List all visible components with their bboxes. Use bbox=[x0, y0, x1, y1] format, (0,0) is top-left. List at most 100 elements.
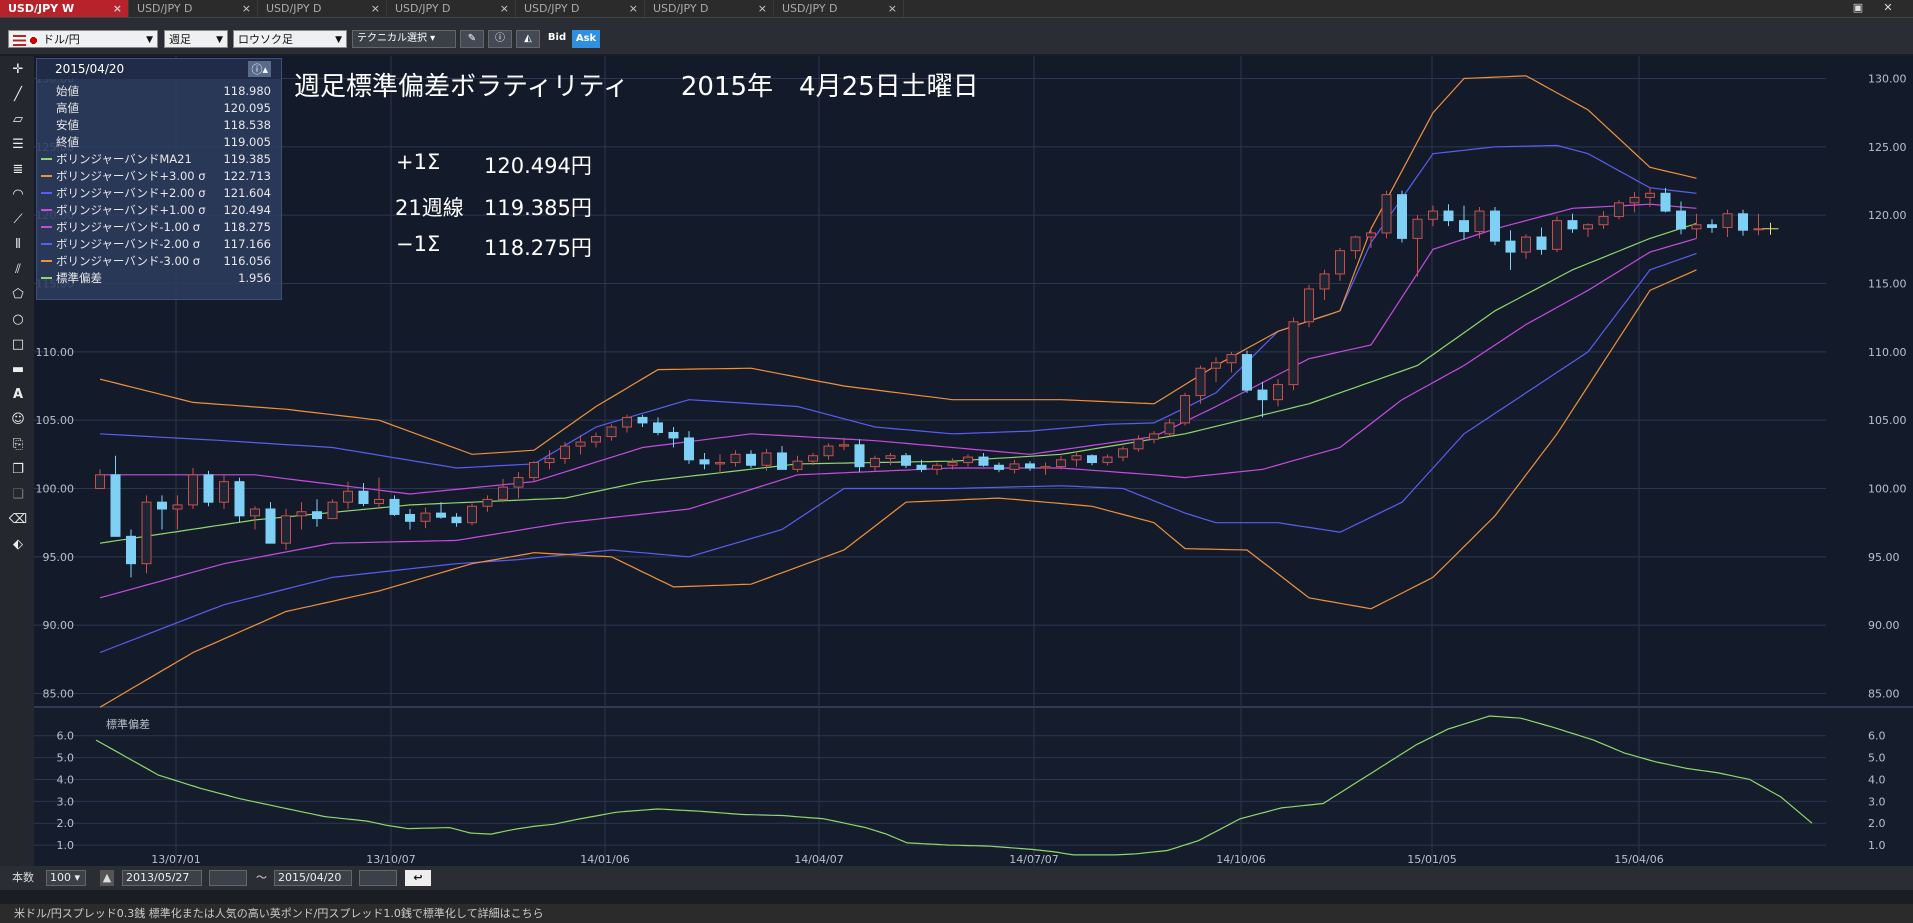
technical-select-button[interactable]: テクニカル選択 ▾ bbox=[352, 30, 456, 48]
tab-usdjpy-d-4[interactable]: USD/JPY D × bbox=[516, 0, 645, 17]
candle-body bbox=[1676, 210, 1686, 230]
close-icon[interactable]: × bbox=[113, 0, 122, 17]
fan-icon[interactable]: ◠ bbox=[8, 185, 28, 205]
candle-body bbox=[932, 464, 942, 470]
lower-y-tick-right: 5.0 bbox=[1868, 752, 1886, 765]
horizontal-line-icon[interactable]: ▬ bbox=[8, 360, 28, 380]
candle-body bbox=[1645, 192, 1655, 198]
circle-icon[interactable]: ○ bbox=[8, 310, 28, 330]
text-icon[interactable]: A bbox=[8, 385, 28, 405]
area-chart-icon[interactable]: ◭ bbox=[516, 30, 540, 48]
close-icon[interactable]: × bbox=[758, 0, 767, 17]
tab-label: USD/JPY D bbox=[524, 2, 580, 15]
pentagon-icon[interactable]: ⬠ bbox=[8, 285, 28, 305]
copy-icon[interactable]: ⎘ bbox=[8, 435, 28, 455]
tab-usdjpy-w[interactable]: USD/JPY W × bbox=[0, 0, 129, 17]
from-date-input[interactable]: 2013/05/27 bbox=[122, 870, 202, 886]
info-row: ボリンジャーバンド-1.00 σ 118.275 bbox=[37, 219, 281, 235]
tab-usdjpy-d-3[interactable]: USD/JPY D × bbox=[387, 0, 516, 17]
candle-body bbox=[95, 474, 105, 490]
info-value: 118.538 bbox=[223, 118, 271, 132]
x-tick-label: 14/10/06 bbox=[1216, 853, 1265, 866]
candle-body bbox=[451, 516, 462, 524]
candle-body bbox=[1691, 224, 1702, 230]
tab-label: USD/JPY D bbox=[137, 2, 193, 15]
candle-body bbox=[1350, 236, 1361, 252]
currency-select[interactable]: ドル/円 ▼ bbox=[8, 30, 158, 48]
y-tick-label-right: 90.00 bbox=[1868, 619, 1900, 632]
close-window-icon[interactable]: ✕ bbox=[1877, 1, 1899, 15]
candle-body bbox=[358, 490, 369, 505]
close-icon[interactable]: × bbox=[371, 0, 380, 17]
chart-type-label: ロウソク足 bbox=[238, 33, 293, 46]
flag-icon bbox=[13, 34, 26, 46]
vertical-lines-icon[interactable]: ⦀ bbox=[8, 235, 28, 255]
info-toggle-icon[interactable]: ⓘ▴ bbox=[248, 61, 271, 77]
ruler-icon[interactable]: ▱ bbox=[8, 110, 28, 130]
candle-body bbox=[792, 460, 803, 470]
info-row: 標準偏差 1.956 bbox=[37, 270, 281, 286]
trendline-icon[interactable]: ╱ bbox=[8, 85, 28, 105]
x-tick-label: 13/07/01 bbox=[151, 853, 200, 866]
close-icon[interactable]: × bbox=[888, 0, 897, 17]
tab-usdjpy-d-5[interactable]: USD/JPY D × bbox=[645, 0, 774, 17]
candle-body bbox=[296, 511, 307, 517]
ask-button[interactable]: Ask bbox=[572, 30, 600, 48]
info-row: ボリンジャーバンド+3.00 σ 122.713 bbox=[37, 168, 281, 184]
count-input[interactable]: 100 ▾ bbox=[46, 870, 86, 886]
candle-body bbox=[808, 455, 818, 462]
candle-body bbox=[1242, 354, 1252, 391]
tag-icon[interactable]: ⬖ bbox=[8, 535, 28, 555]
channel-icon[interactable]: ⫽ bbox=[8, 260, 28, 280]
series-swatch bbox=[41, 209, 52, 211]
tab-label: USD/JPY D bbox=[395, 2, 451, 15]
y-tick-label-left: 100.00 bbox=[36, 483, 75, 496]
tab-usdjpy-d-6[interactable]: USD/JPY D × bbox=[774, 0, 904, 17]
close-icon[interactable]: × bbox=[242, 0, 251, 17]
series-swatch bbox=[41, 277, 52, 279]
crosshair-icon[interactable]: ✛ bbox=[8, 60, 28, 80]
candle-body bbox=[219, 481, 229, 503]
tab-usdjpy-d-1[interactable]: USD/JPY D × bbox=[129, 0, 258, 17]
candle-body bbox=[1195, 367, 1206, 397]
gann-icon[interactable]: ⟋ bbox=[8, 210, 28, 230]
y-tick-label-right: 110.00 bbox=[1868, 346, 1907, 359]
lower-y-tick-right: 2.0 bbox=[1868, 817, 1886, 830]
pen-icon[interactable]: ✎ bbox=[460, 30, 484, 48]
close-icon[interactable]: × bbox=[629, 0, 638, 17]
info-value: 116.056 bbox=[223, 254, 271, 268]
smiley-icon[interactable]: ☺ bbox=[8, 410, 28, 430]
info-value: 118.980 bbox=[223, 84, 271, 98]
candle-body bbox=[467, 505, 477, 524]
to-date-input[interactable]: 2015/04/20 bbox=[274, 870, 352, 886]
candle-body bbox=[560, 445, 570, 459]
candle-body bbox=[761, 452, 772, 466]
stepper-up-icon[interactable]: ▲ bbox=[100, 870, 114, 886]
info-value: 120.494 bbox=[223, 203, 271, 217]
return-icon[interactable]: ↩ bbox=[405, 870, 431, 886]
restore-window-icon[interactable]: ▣ bbox=[1847, 1, 1869, 15]
info-icon[interactable]: ⓘ bbox=[488, 30, 512, 48]
x-tick-label: 14/07/07 bbox=[1009, 853, 1058, 866]
close-icon[interactable]: × bbox=[500, 0, 509, 17]
from-time-input[interactable] bbox=[209, 870, 247, 886]
lower-y-tick-right: 4.0 bbox=[1868, 773, 1886, 786]
fibonacci-icon[interactable]: ≣ bbox=[8, 160, 28, 180]
horizontal-lines-icon[interactable]: ☰ bbox=[8, 135, 28, 155]
chart-area[interactable]: 13/07/01 13/10/07 14/01/06 14/04/07 14/07/07… bbox=[34, 56, 1913, 866]
info-row: ボリンジャーバンド-2.00 σ 117.166 bbox=[37, 236, 281, 252]
rectangle-icon[interactable]: □ bbox=[8, 335, 28, 355]
paste-icon[interactable]: ❏ bbox=[8, 485, 28, 505]
eraser-icon[interactable]: ⌫ bbox=[8, 510, 28, 530]
candle-body bbox=[823, 445, 834, 457]
chart-type-select[interactable]: ロウソク足 ▼ bbox=[233, 30, 347, 48]
layers-icon[interactable]: ❐ bbox=[8, 460, 28, 480]
tab-usdjpy-d-2[interactable]: USD/JPY D × bbox=[258, 0, 387, 17]
candle-body bbox=[157, 501, 167, 510]
bid-button[interactable]: Bid bbox=[544, 30, 570, 48]
candle-body bbox=[1459, 220, 1469, 233]
period-select[interactable]: 週足 ▼ bbox=[164, 30, 228, 48]
candle-body bbox=[1536, 236, 1547, 250]
price-chart[interactable]: 13/07/01 13/10/07 14/01/06 14/04/07 14/07/07… bbox=[34, 56, 1913, 866]
to-time-input[interactable] bbox=[359, 870, 397, 886]
